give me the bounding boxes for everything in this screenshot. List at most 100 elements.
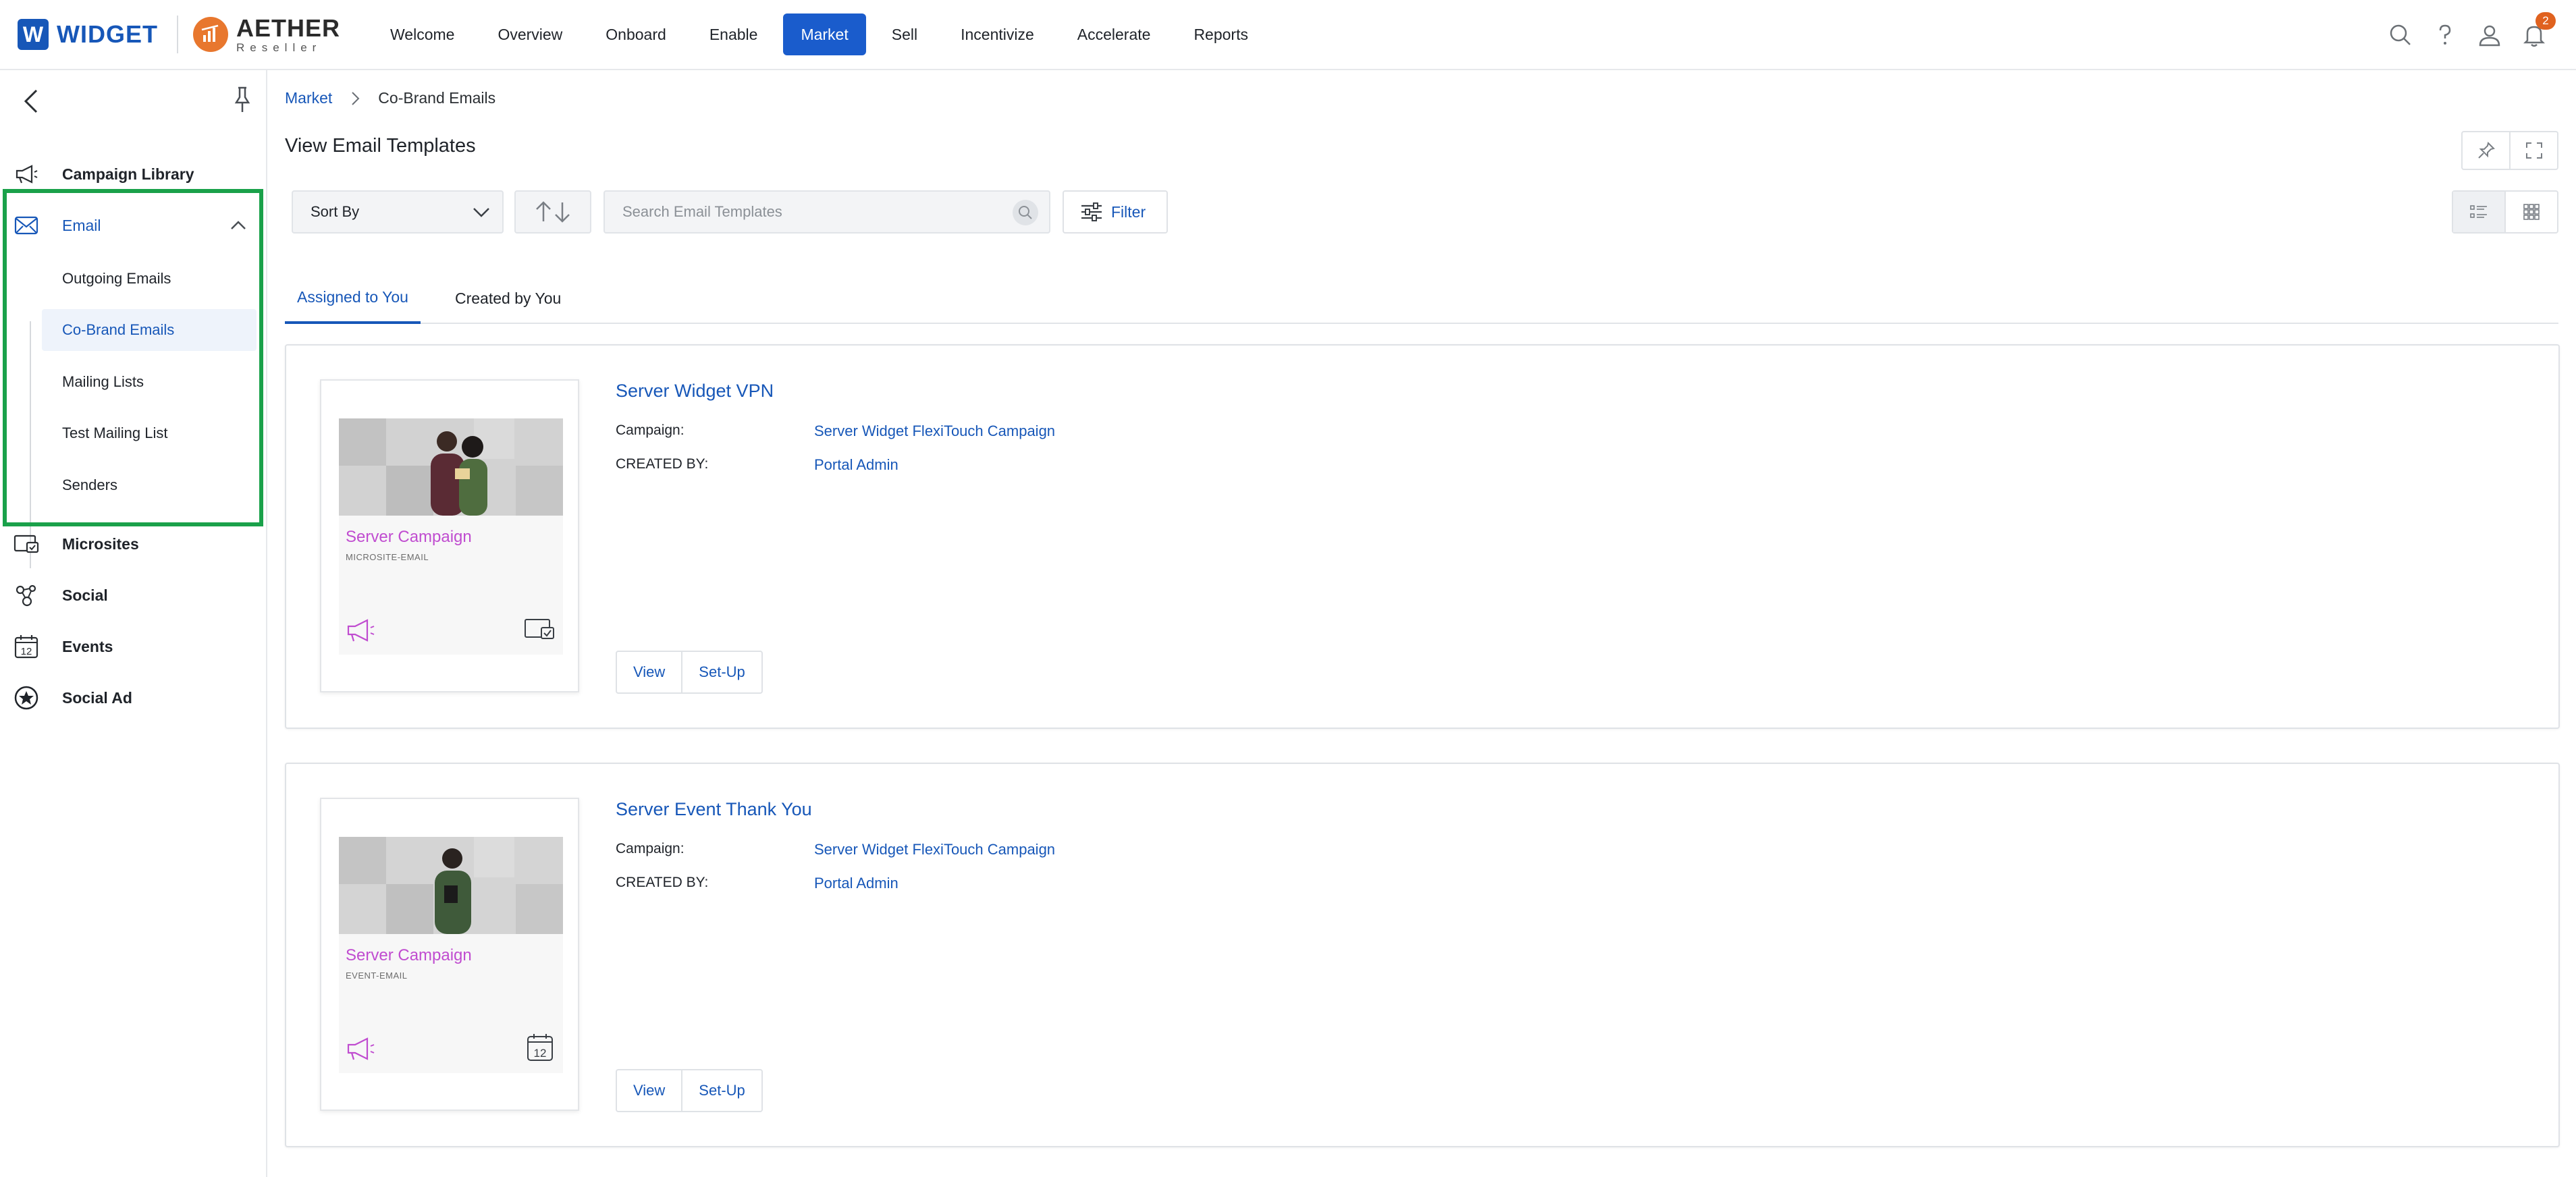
main-nav: Welcome Overview Onboard Enable Market S… [373, 0, 1274, 70]
sidebar: Campaign Library Email Outgoing Emails C… [0, 70, 267, 1177]
user-icon[interactable] [2475, 20, 2504, 50]
sidebar-item-label: Social [62, 586, 108, 604]
megaphone-icon [346, 1035, 379, 1062]
megaphone-icon [12, 160, 41, 188]
sidebar-item-label: Events [62, 637, 113, 655]
campaign-label: Campaign: [616, 422, 685, 438]
sidebar-item-microsites[interactable]: Microsites [0, 522, 266, 566]
sort-arrows-icon [536, 201, 570, 223]
thumbnail-type: MICROSITE-EMAIL [346, 552, 429, 562]
setup-button[interactable]: Set-Up [681, 1070, 761, 1111]
card-actions: View Set-Up [616, 651, 763, 694]
breadcrumb-current: Co-Brand Emails [378, 89, 496, 107]
created-by-link[interactable]: Portal Admin [814, 456, 898, 474]
template-thumbnail[interactable]: Server Campaign EVENT-EMAIL 12 [320, 798, 579, 1111]
chevron-down-icon [471, 202, 491, 223]
tab-assigned-to-you[interactable]: Assigned to You [285, 273, 421, 324]
campaign-label: Campaign: [616, 841, 685, 856]
svg-text:12: 12 [21, 646, 32, 657]
fullscreen-icon[interactable] [2509, 132, 2557, 169]
template-preview-image [339, 418, 563, 516]
calendar-icon: 12 [12, 632, 41, 661]
thumbnail-type: EVENT-EMAIL [346, 970, 408, 981]
search-input[interactable] [605, 192, 1010, 232]
star-badge-icon [12, 684, 41, 712]
chevron-right-icon [350, 90, 360, 107]
template-thumbnail[interactable]: Server Campaign MICROSITE-EMAIL [320, 379, 579, 692]
nav-incentivize[interactable]: Incentivize [943, 13, 1052, 55]
breadcrumb-market-link[interactable]: Market [285, 89, 332, 107]
sidebar-item-label: Social Ad [62, 688, 132, 707]
sidebar-item-label: Campaign Library [62, 165, 194, 183]
calendar-icon: 12 [524, 1033, 556, 1062]
notification-badge: 2 [2535, 12, 2556, 30]
created-by-link[interactable]: Portal Admin [814, 875, 898, 892]
campaign-link[interactable]: Server Widget FlexiTouch Campaign [814, 422, 1055, 440]
template-preview-body: Server Campaign EVENT-EMAIL 12 [339, 934, 563, 1073]
microsite-icon [12, 530, 41, 558]
template-title-link[interactable]: Server Widget VPN [616, 381, 774, 402]
pin-icon[interactable] [231, 85, 254, 115]
search-templates [603, 190, 1050, 234]
sidebar-item-label: Microsites [62, 535, 139, 553]
search-icon[interactable] [2386, 20, 2415, 50]
email-section-highlight [3, 189, 263, 526]
campaign-link[interactable]: Server Widget FlexiTouch Campaign [814, 841, 1055, 858]
megaphone-icon [346, 617, 379, 644]
setup-button[interactable]: Set-Up [681, 652, 761, 692]
sort-by-label: Sort By [311, 203, 360, 220]
top-actions: 2 [2371, 0, 2556, 70]
svg-text:12: 12 [534, 1047, 547, 1060]
view-button[interactable]: View [617, 1070, 681, 1111]
template-tabs: Assigned to You Created by You [285, 273, 2558, 324]
filter-button[interactable]: Filter [1063, 190, 1168, 234]
social-network-icon [12, 581, 41, 609]
sort-by-dropdown[interactable]: Sort By [292, 190, 504, 234]
widget-logo-text: WIDGET [57, 20, 158, 48]
pin-page-icon[interactable] [2463, 132, 2509, 169]
nav-accelerate[interactable]: Accelerate [1060, 13, 1169, 55]
tab-created-by-you[interactable]: Created by You [440, 273, 576, 324]
created-by-label: CREATED BY: [616, 875, 709, 890]
brand-logos: W WIDGET AETHER Reseller [18, 0, 340, 70]
breadcrumb: Market Co-Brand Emails [285, 89, 495, 107]
aether-name: AETHER [236, 13, 340, 42]
thumbnail-title: Server Campaign [346, 946, 472, 964]
template-card: Server Campaign EVENT-EMAIL 12 Server Ev… [285, 763, 2560, 1147]
nav-sell[interactable]: Sell [874, 13, 935, 55]
sliders-icon [1080, 202, 1103, 222]
nav-overview[interactable]: Overview [480, 13, 580, 55]
card-actions: View Set-Up [616, 1069, 763, 1112]
sidebar-item-social-ad[interactable]: Social Ad [0, 676, 266, 720]
microsite-icon [524, 614, 556, 644]
nav-reports[interactable]: Reports [1176, 13, 1266, 55]
list-view-icon[interactable] [2453, 192, 2504, 232]
filter-label: Filter [1111, 202, 1146, 221]
notification-bell-icon[interactable]: 2 [2519, 12, 2556, 50]
nav-market[interactable]: Market [783, 13, 866, 55]
thumbnail-title: Server Campaign [346, 528, 472, 546]
nav-welcome[interactable]: Welcome [373, 13, 472, 55]
help-icon[interactable] [2430, 20, 2460, 50]
widget-logo[interactable]: W [18, 19, 49, 50]
grid-view-icon[interactable] [2504, 192, 2557, 232]
brand-divider [176, 16, 178, 53]
nav-enable[interactable]: Enable [692, 13, 776, 55]
sort-direction-button[interactable] [514, 190, 591, 234]
aether-logo: AETHER Reseller [236, 16, 340, 53]
page-tools [2461, 131, 2558, 170]
template-title-link[interactable]: Server Event Thank You [616, 799, 812, 820]
template-preview-body: Server Campaign MICROSITE-EMAIL [339, 516, 563, 655]
search-icon[interactable] [1013, 200, 1038, 225]
nav-onboard[interactable]: Onboard [588, 13, 684, 55]
template-card: Server Campaign MICROSITE-EMAIL Server W… [285, 344, 2560, 729]
aether-logo-icon [192, 17, 228, 52]
page-title: View Email Templates [285, 135, 476, 157]
view-button[interactable]: View [617, 652, 681, 692]
aether-subtitle: Reseller [236, 40, 322, 54]
sidebar-item-events[interactable]: 12 Events [0, 624, 266, 669]
template-preview-image [339, 837, 563, 934]
top-navbar: W WIDGET AETHER Reseller Welcome Overvie… [0, 0, 2576, 70]
collapse-back-icon[interactable] [20, 86, 43, 116]
sidebar-item-social[interactable]: Social [0, 573, 266, 618]
